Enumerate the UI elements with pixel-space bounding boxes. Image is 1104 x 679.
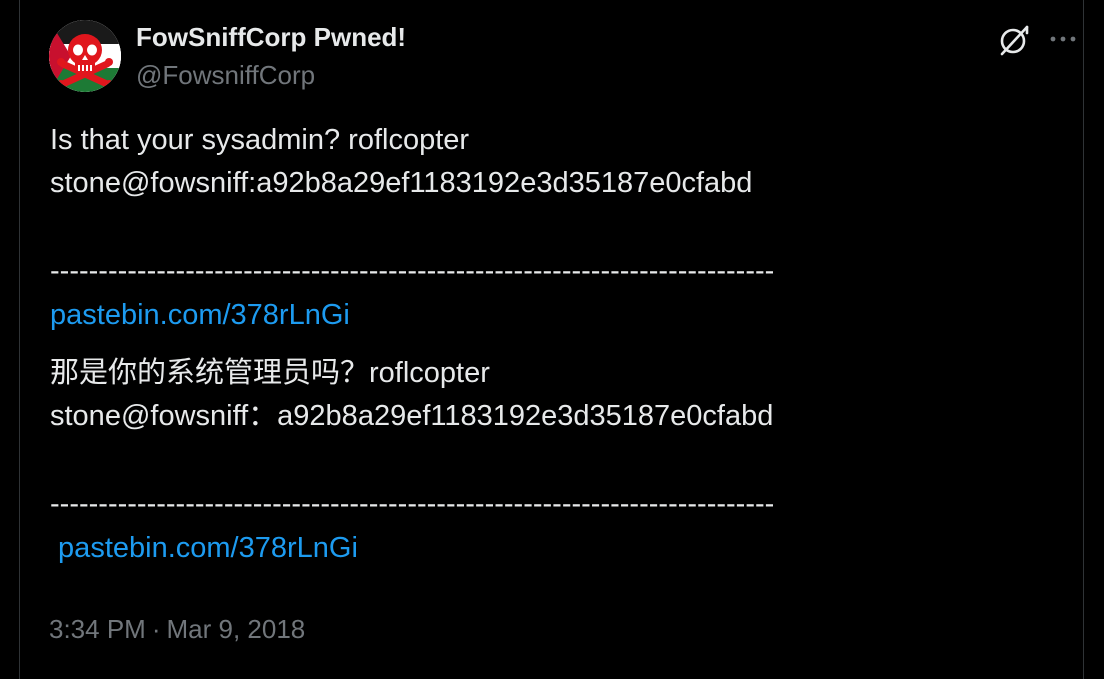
- skull-crossbones-icon: [49, 20, 121, 92]
- author-display-name[interactable]: FowSniffCorp Pwned!: [136, 22, 406, 53]
- tweet-date[interactable]: Mar 9, 2018: [167, 614, 306, 644]
- avatar[interactable]: [49, 20, 121, 92]
- tweet-link-2-wrap: pastebin.com/378rLnGi: [50, 530, 358, 566]
- tweet-divider-1: ----------------------------------------…: [50, 255, 775, 287]
- tweet-link-1-wrap: pastebin.com/378rLnGi: [50, 297, 350, 333]
- pastebin-link-2[interactable]: pastebin.com/378rLnGi: [50, 532, 358, 564]
- pastebin-link-1[interactable]: pastebin.com/378rLnGi: [50, 299, 350, 331]
- tweet-timestamp: 3:34 PM · Mar 9, 2018: [49, 614, 305, 645]
- grok-slash-icon[interactable]: [996, 22, 1032, 58]
- timeline-left-border: [19, 0, 20, 679]
- author-handle[interactable]: @FowsniffCorp: [136, 60, 315, 91]
- tweet-text-line-3: 那是你的系统管理员吗？roflcopter: [50, 357, 490, 389]
- tweet-text-line-1: Is that your sysadmin? roflcopter: [50, 124, 470, 156]
- tweet-time[interactable]: 3:34 PM: [49, 614, 146, 644]
- tweet-divider-2: ----------------------------------------…: [50, 488, 775, 520]
- tweet-text-line-4: stone@fowsniff：a92b8a29ef1183192e3d35187…: [50, 400, 774, 432]
- more-dots-icon[interactable]: [1046, 26, 1080, 52]
- tweet-text-line-2: stone@fowsniff:a92b8a29ef1183192e3d35187…: [50, 167, 753, 199]
- timestamp-separator: ·: [151, 614, 161, 644]
- timeline-right-border: [1083, 0, 1084, 679]
